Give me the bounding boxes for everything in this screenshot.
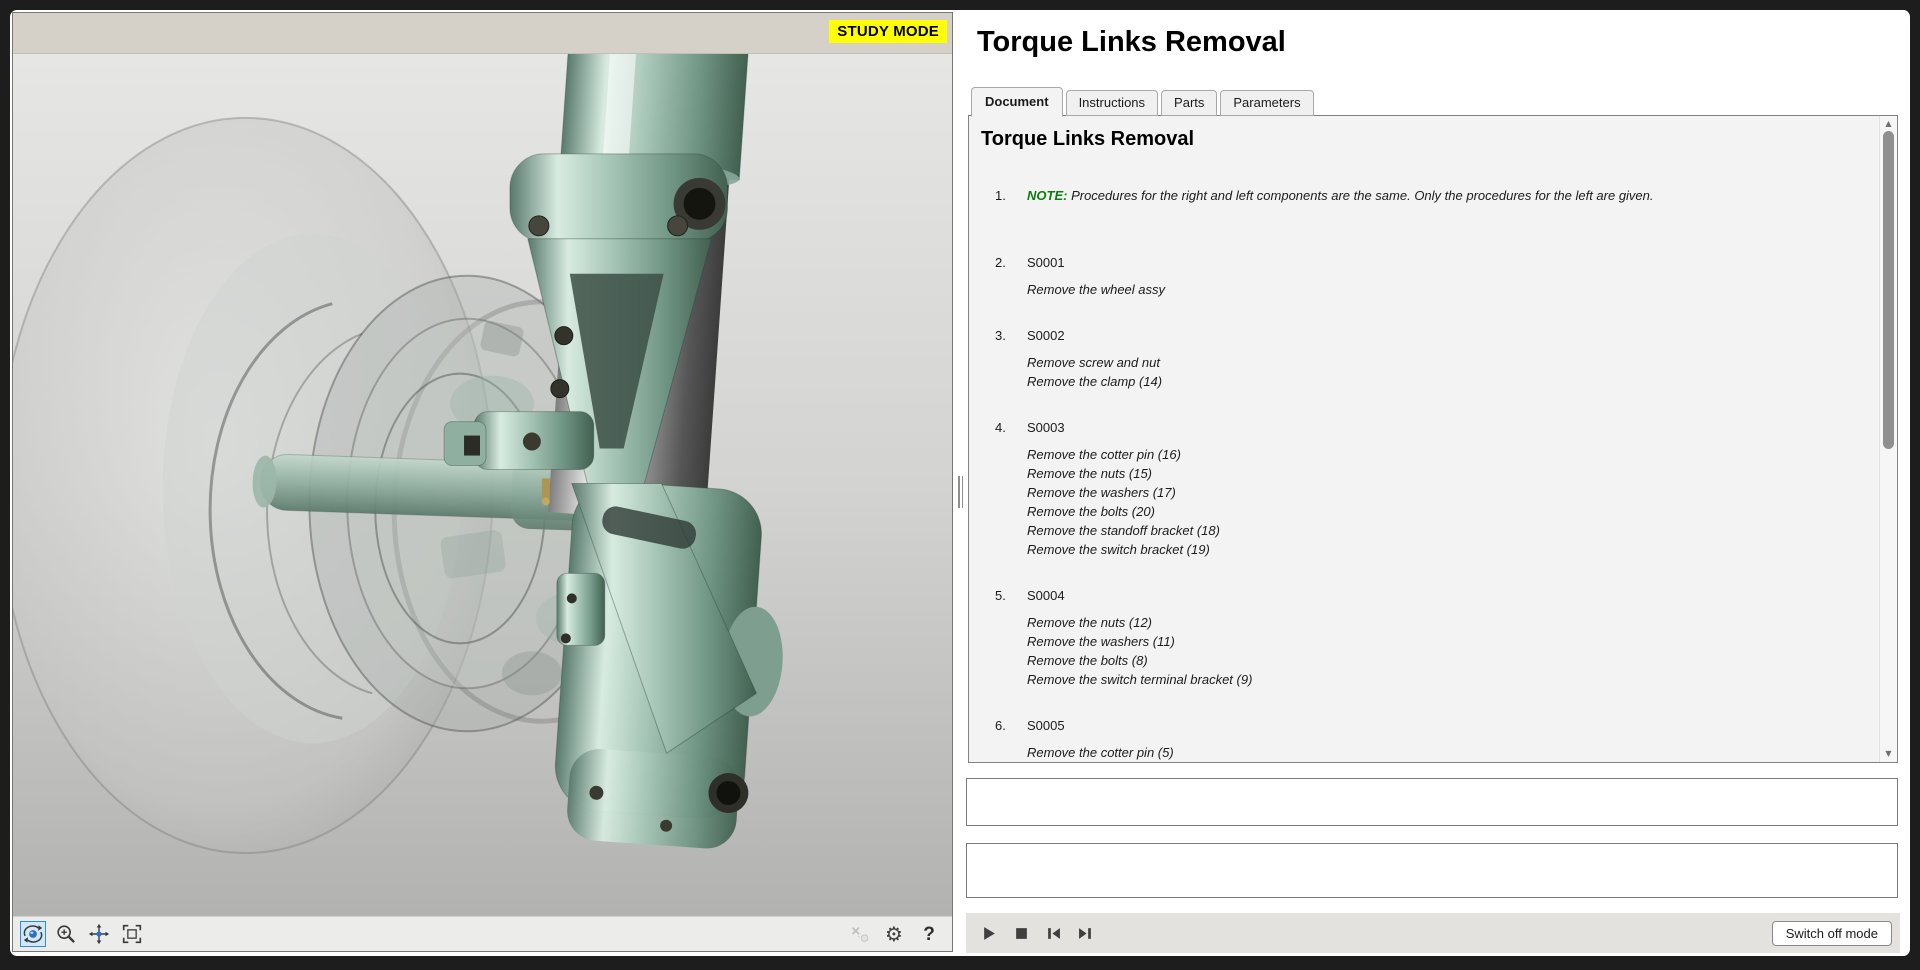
task-code: S0005: [1027, 717, 1870, 734]
step-line: Remove the bolts (20): [1027, 502, 1870, 521]
viewport-header: STUDY MODE: [13, 13, 952, 54]
procedure-panel: Torque Links Removal Document Instructio…: [963, 10, 1908, 956]
step-line: Remove the switch terminal bracket (9): [1027, 670, 1870, 689]
document-pane[interactable]: Torque Links Removal 1. NOTE: Procedures…: [968, 115, 1898, 763]
help-icon[interactable]: ?: [916, 921, 942, 947]
procedure-item-4: 4. S0003 Remove the cotter pin (16) Remo…: [995, 419, 1870, 559]
pan-icon[interactable]: [86, 921, 112, 947]
step-line: Remove the cotter pin (5): [1027, 743, 1870, 762]
viewport-toolbar: ⚙ ?: [13, 916, 952, 951]
tab-parts[interactable]: Parts: [1161, 90, 1217, 116]
item-number: 2.: [995, 254, 1013, 299]
document-heading: Torque Links Removal: [981, 128, 1870, 151]
viewport-utility-tools: ⚙ ?: [846, 921, 942, 947]
note-text: Procedures for the right and left compon…: [1071, 188, 1653, 203]
step-line: Remove screw and nut: [1027, 353, 1870, 372]
task-code: S0002: [1027, 327, 1870, 344]
reset-transform-icon: [846, 921, 872, 947]
procedure-item-6: 6. S0005 Remove the cotter pin (5) Remov…: [995, 717, 1870, 762]
3d-viewport[interactable]: STUDY MODE: [12, 12, 953, 952]
step-line: Remove the switch bracket (19): [1027, 540, 1870, 559]
fit-view-icon[interactable]: [119, 921, 145, 947]
note-line: NOTE: Procedures for the right and left …: [1027, 187, 1870, 204]
orbit-icon[interactable]: [20, 921, 46, 947]
procedure-item-5: 5. S0004 Remove the nuts (12) Remove the…: [995, 587, 1870, 689]
viewport-canvas[interactable]: [13, 54, 952, 917]
skip-to-end-button[interactable]: [1074, 922, 1096, 944]
switch-off-mode-button[interactable]: Switch off mode: [1772, 921, 1892, 946]
stop-button[interactable]: [1010, 922, 1032, 944]
page-title: Torque Links Removal: [977, 26, 1286, 59]
step-line: Remove the cotter pin (16): [1027, 445, 1870, 464]
app-window: STUDY MODE: [10, 10, 1910, 956]
step-line: Remove the nuts (12): [1027, 613, 1870, 632]
step-line: Remove the washers (17): [1027, 483, 1870, 502]
task-code: S0004: [1027, 587, 1870, 604]
settings-icon[interactable]: ⚙: [881, 921, 907, 947]
tab-strip: Document Instructions Parts Parameters: [971, 87, 1317, 116]
landing-gear-3d-scene: [13, 54, 952, 917]
procedure-item-3: 3. S0002 Remove screw and nut Remove the…: [995, 327, 1870, 391]
procedure-item-2: 2. S0001 Remove the wheel assy: [995, 254, 1870, 299]
step-line: Remove the nuts (15): [1027, 464, 1870, 483]
step-line: Remove the standoff bracket (18): [1027, 521, 1870, 540]
study-mode-badge: STUDY MODE: [829, 20, 947, 43]
item-number: 5.: [995, 587, 1013, 689]
zoom-in-icon[interactable]: [53, 921, 79, 947]
play-button[interactable]: [978, 922, 1000, 944]
item-number: 4.: [995, 419, 1013, 559]
playback-toolbar: Switch off mode: [966, 913, 1900, 953]
tab-instructions[interactable]: Instructions: [1066, 90, 1158, 116]
document-scrollbar[interactable]: ▲ ▼: [1879, 116, 1897, 762]
item-number: 3.: [995, 327, 1013, 391]
step-line: Remove the washers (11): [1027, 632, 1870, 651]
document-content: Torque Links Removal 1. NOTE: Procedures…: [969, 116, 1880, 762]
message-box-1[interactable]: [966, 778, 1898, 826]
navigation-tools: [20, 921, 145, 947]
skip-to-start-button[interactable]: [1042, 922, 1064, 944]
message-box-2[interactable]: [966, 843, 1898, 898]
scroll-up-icon[interactable]: ▲: [1880, 117, 1897, 131]
procedure-item-1: 1. NOTE: Procedures for the right and le…: [995, 187, 1870, 204]
step-line: Remove the wheel assy: [1027, 280, 1870, 299]
scroll-down-icon[interactable]: ▼: [1880, 747, 1897, 761]
scrollbar-thumb[interactable]: [1883, 131, 1894, 449]
item-number: 6.: [995, 717, 1013, 762]
task-code: S0001: [1027, 254, 1870, 271]
step-line: Remove the clamp (14): [1027, 372, 1870, 391]
step-line: Remove the bolts (8): [1027, 651, 1870, 670]
tab-document[interactable]: Document: [971, 87, 1063, 117]
note-label: NOTE:: [1027, 188, 1067, 203]
item-number: 1.: [995, 187, 1013, 204]
task-code: S0003: [1027, 419, 1870, 436]
tab-parameters[interactable]: Parameters: [1220, 90, 1313, 116]
